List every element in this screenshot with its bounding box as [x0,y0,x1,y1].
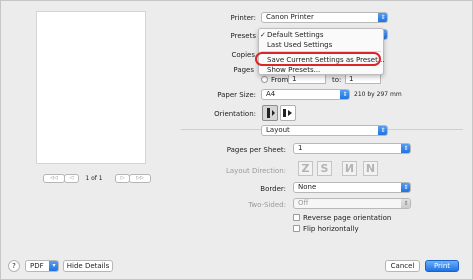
paper-size-label: Paper Size: [217,91,256,99]
reverse-orientation-label: Reverse page orientation [303,214,392,222]
layout-direction-n[interactable]: N [363,161,378,176]
two-sided-popup[interactable]: Off ⇕ [293,198,411,209]
two-sided-value: Off [298,199,309,207]
pages-per-sheet-label: Pages per Sheet: [226,146,286,154]
border-popup[interactable]: None ⇕ [293,182,411,193]
pdf-menu-button[interactable]: PDF ▾ [25,260,59,272]
pages-per-sheet-popup[interactable]: 1 ⇕ [293,143,411,154]
first-page-button[interactable]: ◁◁ [43,174,65,183]
two-sided-label: Two-Sided: [248,201,286,209]
chevron-updown-icon: ⇕ [401,199,410,208]
presets-label: Presets [230,32,256,40]
to-field[interactable]: 1 [345,74,381,84]
check-icon: ✓ [260,31,266,39]
pdf-label: PDF [30,262,44,270]
paper-size-value: A4 [266,90,276,98]
section-value: Layout [266,126,290,134]
cancel-button[interactable]: Cancel [385,260,420,272]
flip-horizontally-checkbox[interactable] [293,225,300,232]
layout-direction-reverse-n[interactable]: И [342,161,357,176]
print-dialog: ◁◁ ◁ 1 of 1 ▷ ▷▷ Printer: Canon Printer … [0,0,473,280]
chevron-updown-icon: ⇕ [340,90,349,99]
copies-label: Copies [231,51,255,59]
reverse-orientation-checkbox[interactable] [293,214,300,221]
printer-label: Printer: [230,14,256,22]
paper-size-popup[interactable]: A4 ⇕ [261,89,350,100]
help-button[interactable]: ? [8,260,20,272]
printer-value: Canon Printer [266,13,314,21]
layout-direction-label: Layout Direction: [225,167,286,175]
landscape-icon [283,109,292,117]
hide-details-button[interactable]: Hide Details [63,260,113,272]
portrait-icon [267,108,275,118]
last-page-button[interactable]: ▷▷ [129,174,151,183]
layout-direction-s[interactable]: S [317,161,332,176]
pages-per-sheet-value: 1 [298,144,303,152]
next-page-button[interactable]: ▷ [115,174,130,183]
paper-dimensions: 210 by 297 mm [354,91,402,98]
orientation-label: Orientation: [214,110,256,118]
page-preview [36,11,146,164]
chevron-updown-icon: ⇕ [378,126,387,135]
from-field[interactable]: 1 [288,74,326,84]
page-indicator: 1 of 1 [85,175,103,182]
previous-page-button[interactable]: ◁ [64,174,79,183]
print-button[interactable]: Print [425,260,459,272]
menu-item-show-presets[interactable]: Show Presets... [267,66,320,74]
portrait-button[interactable] [262,105,278,121]
layout-direction-z[interactable]: Z [298,161,313,176]
pages-label: Pages [233,66,254,74]
menu-item-default-settings[interactable]: Default Settings [267,31,324,39]
menu-item-last-used-settings[interactable]: Last Used Settings [267,41,332,49]
flip-horizontally-label: Flip horizontally [303,225,359,233]
printer-popup[interactable]: Canon Printer ⇕ [261,12,388,23]
pages-range-radio[interactable] [261,76,268,83]
chevron-down-icon: ▾ [49,261,58,271]
border-value: None [298,183,317,191]
section-popup[interactable]: Layout ⇕ [261,125,388,136]
highlight-ring [255,52,381,66]
landscape-button[interactable] [280,105,296,121]
chevron-updown-icon: ⇕ [378,13,387,22]
chevron-updown-icon: ⇕ [401,144,410,153]
chevron-updown-icon: ⇕ [401,183,410,192]
border-label: Border: [260,185,286,193]
to-label: to: [332,76,342,84]
